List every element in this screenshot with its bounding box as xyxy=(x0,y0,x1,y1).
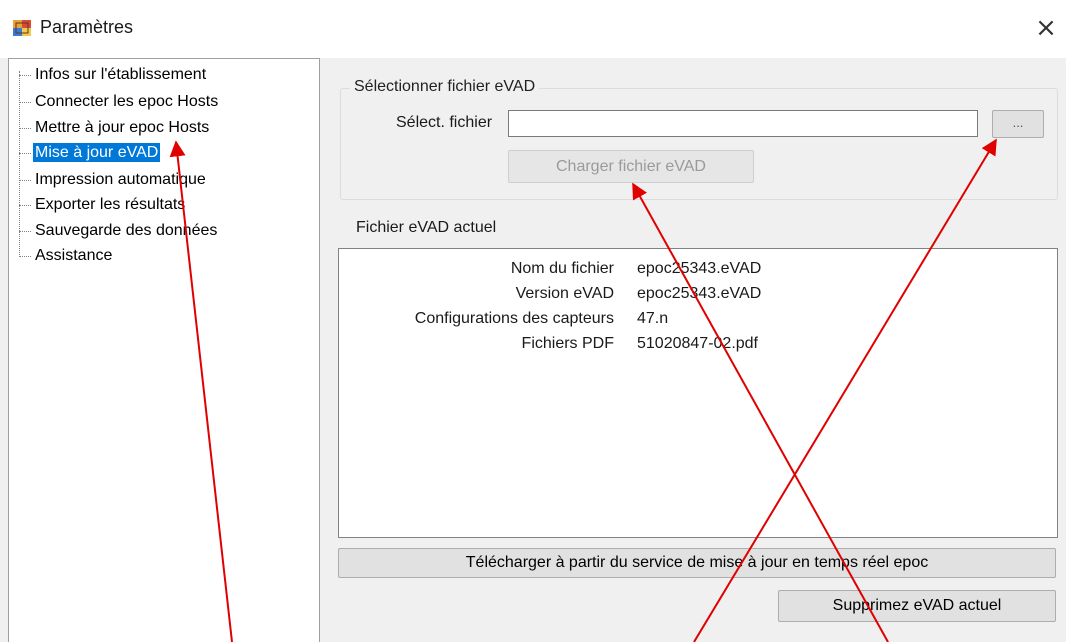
info-label-pdf-files: Fichiers PDF xyxy=(521,335,614,352)
tree-item-label: Sauvegarde des données xyxy=(35,222,218,239)
tree-item-label: Mettre à jour epoc Hosts xyxy=(35,119,210,136)
select-file-label: Sélect. fichier xyxy=(396,114,493,131)
tree-item-label: Assistance xyxy=(35,247,113,264)
tree-item-label: Exporter les résultats xyxy=(35,196,186,213)
tree-item-assistance[interactable]: Assistance xyxy=(19,244,114,268)
tree-connector xyxy=(19,75,31,76)
tree-item-exporter-resultats[interactable]: Exporter les résultats xyxy=(19,193,187,217)
tree-item-label: Connecter les epoc Hosts xyxy=(35,93,219,110)
info-value-sensor-config: 47.n xyxy=(637,310,669,327)
window-title: Paramètres xyxy=(40,17,134,37)
tree-item-label: Infos sur l'établissement xyxy=(35,66,207,83)
title-bar: Paramètres × xyxy=(0,0,1066,58)
tree-connector xyxy=(19,128,31,129)
tree-connector xyxy=(19,256,31,257)
info-label-filename: Nom du fichier xyxy=(510,260,614,277)
file-path-input[interactable] xyxy=(508,110,978,137)
tree-item-impression-automatique[interactable]: Impression automatique xyxy=(19,168,208,192)
tree-connector xyxy=(19,180,31,181)
tree-item-mise-a-jour-evad[interactable]: Mise à jour eVAD xyxy=(19,141,161,165)
tree-item-label: Impression automatique xyxy=(35,171,206,188)
tree-connector-line xyxy=(19,71,20,255)
tree-connector xyxy=(19,231,31,232)
tree-item-infos-etablissement[interactable]: Infos sur l'établissement xyxy=(19,63,208,87)
settings-tree[interactable]: Infos sur l'établissement Connecter les … xyxy=(8,58,320,642)
close-icon[interactable]: × xyxy=(1030,12,1062,44)
delete-current-evad-button[interactable]: Supprimez eVAD actuel xyxy=(778,590,1056,622)
download-realtime-update-button[interactable]: Télécharger à partir du service de mise … xyxy=(338,548,1056,578)
load-evad-button[interactable]: Charger fichier eVAD xyxy=(508,150,754,183)
info-label-sensor-config: Configurations des capteurs xyxy=(414,310,614,327)
tree-item-sauvegarde-donnees[interactable]: Sauvegarde des données xyxy=(19,219,219,243)
tree-item-label: Mise à jour eVAD xyxy=(33,143,161,162)
settings-app-icon xyxy=(13,20,31,36)
tree-item-mettre-a-jour-hosts[interactable]: Mettre à jour epoc Hosts xyxy=(19,116,211,140)
browse-button[interactable]: ... xyxy=(992,110,1044,138)
tree-item-connecter-hosts[interactable]: Connecter les epoc Hosts xyxy=(19,90,220,114)
info-value-version: epoc25343.eVAD xyxy=(637,285,762,302)
select-file-group-legend: Sélectionner fichier eVAD xyxy=(350,78,540,96)
select-file-group xyxy=(340,88,1058,200)
info-label-version: Version eVAD xyxy=(515,285,614,302)
tree-connector xyxy=(19,205,31,206)
tree-connector xyxy=(19,153,31,154)
current-file-legend: Fichier eVAD actuel xyxy=(356,219,497,236)
tree-connector xyxy=(19,102,31,103)
current-file-panel: Nom du fichier epoc25343.eVAD Version eV… xyxy=(338,248,1058,538)
info-value-pdf-files: 51020847-02.pdf xyxy=(637,335,758,352)
info-value-filename: epoc25343.eVAD xyxy=(637,260,762,277)
